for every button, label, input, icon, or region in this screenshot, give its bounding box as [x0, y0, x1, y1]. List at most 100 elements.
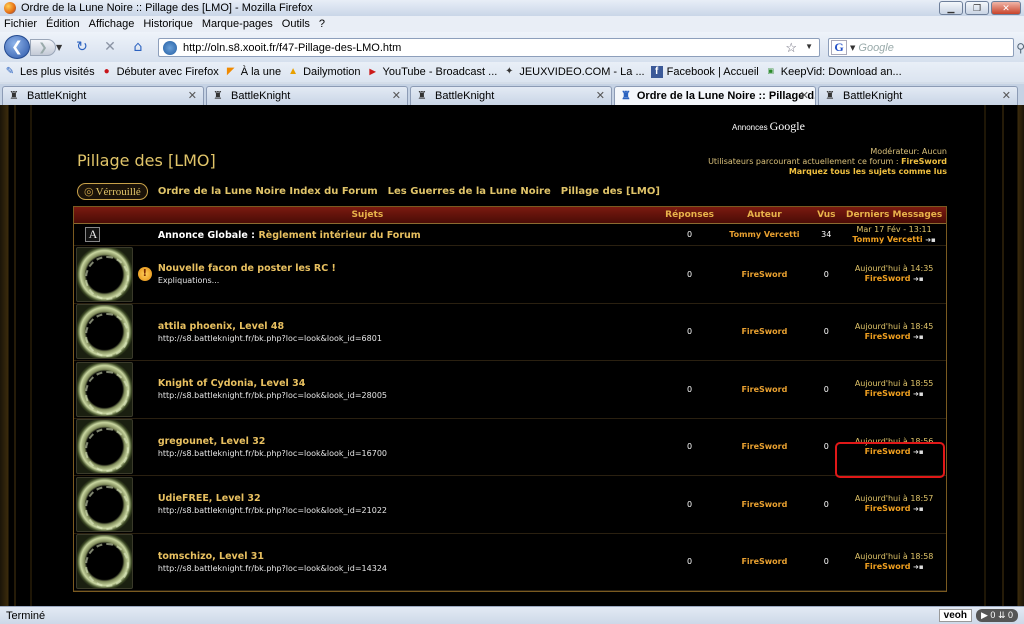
last-message-author[interactable]: Tommy Vercetti	[852, 235, 922, 244]
tab-battleknight-4[interactable]: ♜ BattleKnight ✕	[818, 86, 1018, 105]
stop-icon[interactable]: ✕	[102, 39, 118, 55]
last-message-author[interactable]: FireSword	[865, 332, 911, 341]
bookmark-youtube[interactable]: ▶ YouTube - Broadcast ...	[367, 66, 497, 78]
go-to-last-post-icon[interactable]: ➜▪	[913, 390, 924, 398]
home-icon[interactable]: ⌂	[130, 39, 146, 55]
menu-fichier[interactable]: Fichier	[4, 18, 37, 30]
tab-ordre-lune-noire[interactable]: ♜ Ordre de la Lune Noire :: Pillage d...…	[614, 86, 816, 105]
topic-title-link[interactable]: gregounet, Level 32	[158, 436, 661, 447]
topic-row: ! Nouvelle facon de poster les RC ! Expl…	[74, 246, 946, 304]
author-link[interactable]: FireSword	[719, 385, 811, 394]
last-message-author[interactable]: FireSword	[865, 274, 911, 283]
tab-battleknight-3[interactable]: ♜ BattleKnight ✕	[410, 86, 612, 105]
last-message-date: Mar 17 Fév - 13:11	[856, 224, 932, 234]
author-link[interactable]: FireSword	[719, 327, 811, 336]
announcement-title-link[interactable]: Règlement intérieur du Forum	[258, 230, 420, 241]
topic-description: http://s8.battleknight.fr/bk.php?loc=loo…	[157, 506, 387, 516]
bookmark-getting-started[interactable]: ● Débuter avec Firefox	[101, 66, 219, 78]
bookmark-jeuxvideo[interactable]: ✦ JEUXVIDEO.COM - La ...	[503, 66, 645, 78]
close-window-button[interactable]: ✕	[991, 1, 1021, 15]
go-to-last-post-icon[interactable]: ➜▪	[913, 333, 924, 341]
topic-title-link[interactable]: attila phoenix, Level 48	[158, 321, 661, 332]
topic-row: tomschizo, Level 31 http://s8.battleknig…	[74, 534, 946, 591]
menu-edition[interactable]: Édition	[46, 18, 80, 30]
forum-title[interactable]: Pillage des [LMO]	[77, 151, 216, 170]
forward-button[interactable]: ❯	[30, 39, 56, 56]
topic-description: http://s8.battleknight.fr/bk.php?loc=loo…	[157, 391, 387, 401]
last-message-date: Aujourd'hui à 14:35	[854, 264, 934, 274]
tab-battleknight-2[interactable]: ♜ BattleKnight ✕	[206, 86, 408, 105]
last-message-author[interactable]: FireSword	[865, 562, 911, 571]
search-engine-dropdown-icon[interactable]: ▼	[850, 44, 855, 52]
topic-avatar-icon	[76, 534, 134, 590]
menu-affichage[interactable]: Affichage	[89, 18, 135, 30]
announcement-row: A Annonce Globale : Règlement intérieur …	[74, 224, 946, 246]
battleknight-favicon-icon: ♜	[825, 90, 835, 102]
users-browsing-name[interactable]: FireSword	[901, 157, 947, 166]
window-titlebar: Ordre de la Lune Noire :: Pillage des [L…	[0, 0, 1024, 16]
rss-icon: ◤	[226, 66, 235, 77]
last-message: Mar 17 Fév - 13:11 Tommy Vercetti ➜▪	[842, 225, 946, 245]
bookmark-dailymotion[interactable]: ▲ Dailymotion	[287, 66, 360, 78]
search-input[interactable]: Google	[858, 42, 893, 54]
bookmark-most-visited[interactable]: ✎ Les plus visités	[4, 66, 95, 78]
go-to-last-post-icon[interactable]: ➜▪	[925, 236, 936, 244]
topic-title-link[interactable]: Nouvelle facon de poster les RC !	[158, 263, 661, 274]
battleknight-favicon-icon: ♜	[213, 90, 223, 102]
tab-close-icon[interactable]: ✕	[188, 89, 197, 102]
go-to-last-post-icon[interactable]: ➜▪	[913, 505, 924, 513]
last-message-author[interactable]: FireSword	[865, 389, 911, 398]
search-go-icon[interactable]: ⚲	[1016, 41, 1024, 55]
search-bar[interactable]: G ▼ Google ⚲	[828, 38, 1024, 57]
last-message-author[interactable]: FireSword	[865, 504, 911, 513]
author-link[interactable]: FireSword	[719, 557, 811, 566]
author-link[interactable]: FireSword	[719, 442, 811, 451]
tab-close-icon[interactable]: ✕	[1002, 89, 1011, 102]
reload-icon[interactable]: ↻	[74, 39, 90, 55]
maximize-button[interactable]: ❐	[965, 1, 989, 15]
url-dropdown-icon[interactable]: ▼	[805, 42, 813, 51]
bookmark-a-la-une[interactable]: ◤ À la une	[225, 66, 281, 78]
go-to-last-post-icon[interactable]: ➜▪	[913, 275, 924, 283]
breadcrumb-forum[interactable]: Pillage des [LMO]	[561, 186, 660, 197]
veoh-counter[interactable]: ▶ 0 ⇊ 0	[976, 609, 1018, 622]
author-link[interactable]: FireSword	[719, 270, 811, 279]
google-search-engine-icon[interactable]: G	[831, 40, 847, 55]
url-bar[interactable]: http://oln.s8.xooit.fr/f47-Pillage-des-L…	[158, 38, 820, 57]
bookmark-facebook[interactable]: f Facebook | Accueil	[650, 66, 759, 78]
tab-close-icon[interactable]: ✕	[392, 89, 401, 102]
google-ads-link[interactable]: Annonces Google	[732, 119, 805, 134]
topic-title-link[interactable]: tomschizo, Level 31	[158, 551, 661, 562]
tab-battleknight-1[interactable]: ♜ BattleKnight ✕	[2, 86, 204, 105]
topic-avatar-icon	[76, 246, 134, 302]
menu-outils[interactable]: Outils	[282, 18, 310, 30]
menu-marque-pages[interactable]: Marque-pages	[202, 18, 273, 30]
minimize-button[interactable]: ▁	[939, 1, 963, 15]
go-to-last-post-icon[interactable]: ➜▪	[913, 563, 924, 571]
views-count: 0	[823, 269, 829, 279]
menu-help[interactable]: ?	[319, 18, 325, 30]
back-button[interactable]: ❮	[4, 35, 30, 59]
battleknight-favicon-icon: ♜	[9, 90, 19, 102]
page-viewport: Annonces Google Pillage des [LMO] Modérat…	[0, 105, 1024, 606]
bookmark-keepvid[interactable]: ▣ KeepVid: Download an...	[765, 66, 901, 78]
topic-title-link[interactable]: UdieFREE, Level 32	[158, 493, 661, 504]
breadcrumb-category[interactable]: Les Guerres de la Lune Noire	[388, 186, 551, 197]
author-link[interactable]: Tommy Vercetti	[719, 230, 811, 239]
history-dropdown-icon[interactable]: ▼	[56, 43, 62, 52]
header-last-messages: Derniers Messages	[845, 210, 943, 220]
breadcrumb-forum-index[interactable]: Ordre de la Lune Noire Index du Forum	[158, 186, 378, 197]
url-text[interactable]: http://oln.s8.xooit.fr/f47-Pillage-des-L…	[183, 42, 401, 54]
topic-title-link[interactable]: Knight of Cydonia, Level 34	[158, 378, 661, 389]
red-highlight-annotation	[835, 442, 945, 478]
tab-close-icon[interactable]: ✕	[596, 89, 605, 102]
locked-button[interactable]: ◎ Vérrouillé	[77, 183, 148, 200]
tab-close-icon[interactable]: ✕	[800, 89, 809, 102]
veoh-addon[interactable]: veoh ▶ 0 ⇊ 0	[938, 609, 1018, 622]
bookmark-star-icon[interactable]: ☆	[785, 40, 797, 56]
site-favicon-icon: ♜	[621, 90, 631, 102]
keepvid-icon: ▣	[767, 68, 775, 75]
menu-historique[interactable]: Historique	[143, 18, 193, 30]
author-link[interactable]: FireSword	[719, 500, 811, 509]
mark-all-read-link[interactable]: Marquez tous les sujets comme lus	[708, 167, 947, 177]
